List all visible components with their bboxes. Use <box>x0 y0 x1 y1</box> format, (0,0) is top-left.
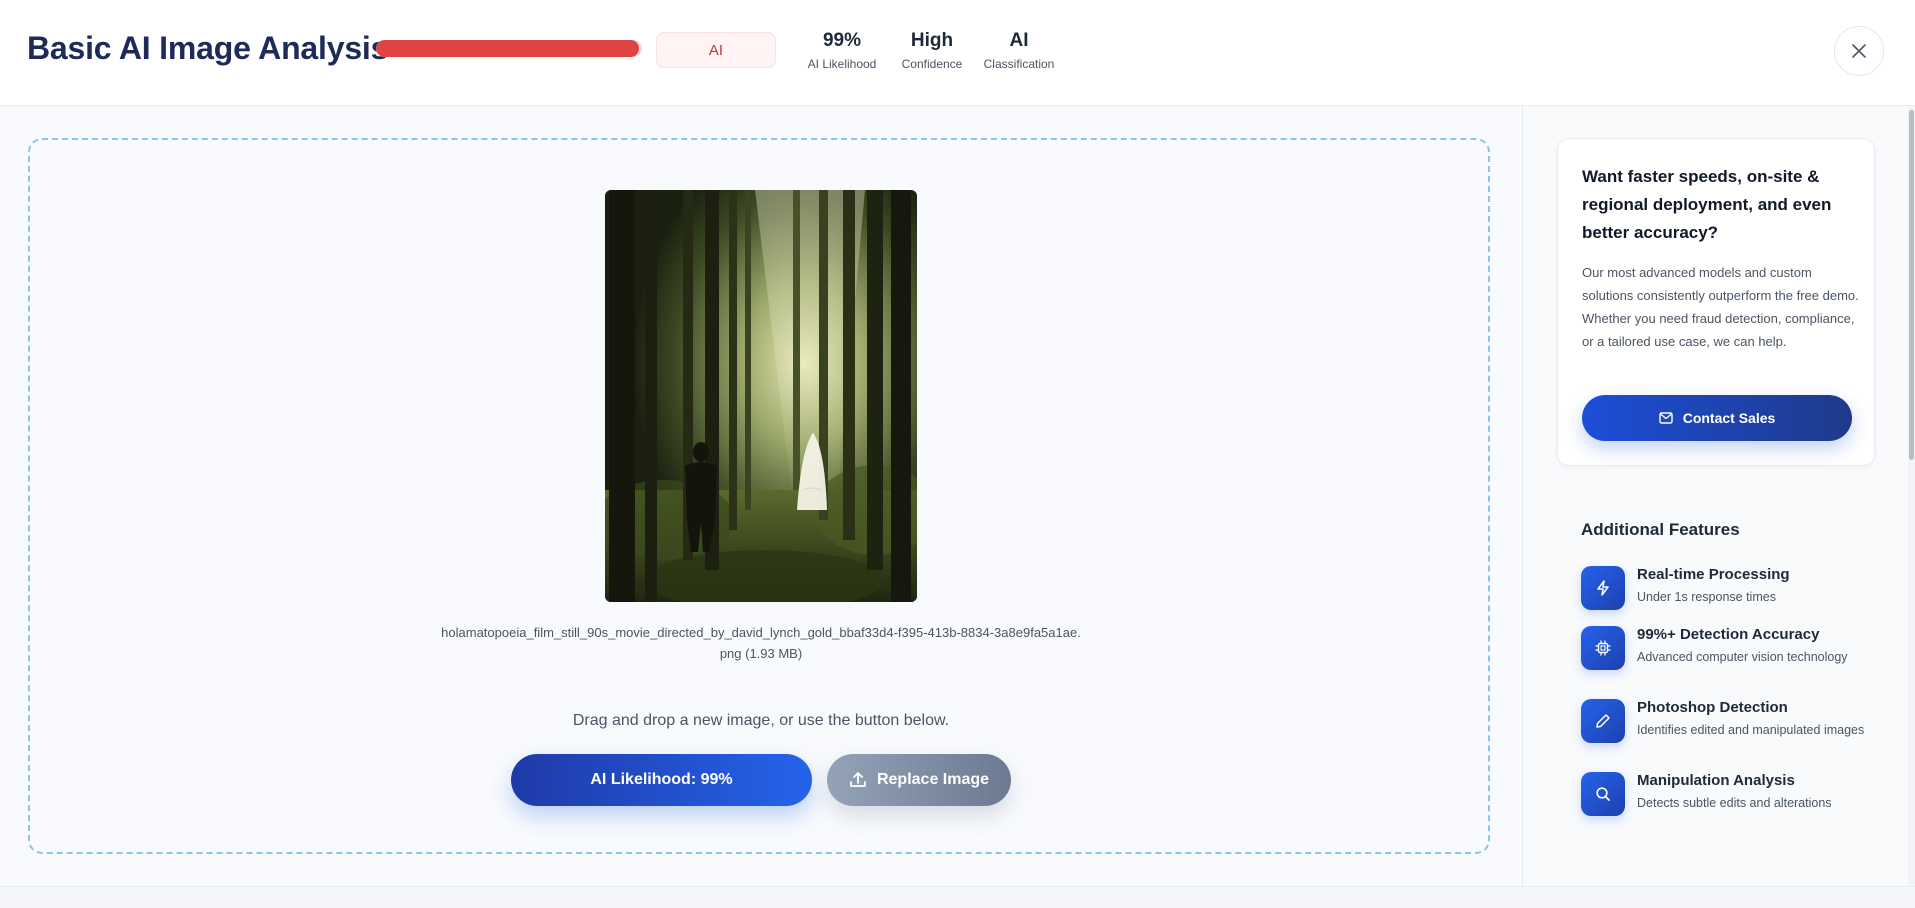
ai-likelihood-button[interactable]: AI Likelihood: 99% <box>511 754 812 806</box>
ai-likelihood-bar <box>376 40 642 57</box>
stat-classification: AI Classification <box>982 30 1056 71</box>
page-title: Basic AI Image Analysis <box>27 30 389 66</box>
main-content: holamatopoeia_film_still_90s_movie_direc… <box>0 106 1522 886</box>
file-name: holamatopoeia_film_still_90s_movie_direc… <box>410 622 1112 664</box>
upload-icon <box>850 772 866 787</box>
classification-badge: AI <box>656 32 776 68</box>
feature-name: 99%+ Detection Accuracy <box>1637 626 1820 643</box>
feature-name: Photoshop Detection <box>1637 699 1788 716</box>
feature-name: Manipulation Analysis <box>1637 772 1795 789</box>
chip-icon <box>1581 626 1625 670</box>
search-icon <box>1581 772 1625 816</box>
promo-card: Want faster speeds, on-site & regional d… <box>1557 138 1875 466</box>
stat-label: Classification <box>983 57 1055 71</box>
contact-sales-button[interactable]: Contact Sales <box>1582 395 1852 441</box>
features-title: Additional Features <box>1581 520 1740 539</box>
close-icon <box>1852 44 1866 58</box>
replace-image-button[interactable]: Replace Image <box>827 754 1011 806</box>
ai-likelihood-bar-fill <box>376 40 640 57</box>
stat-label: Confidence <box>901 57 963 71</box>
promo-title: Want faster speeds, on-site & regional d… <box>1582 167 1832 242</box>
sidebar: Want faster speeds, on-site & regional d… <box>1522 106 1915 886</box>
close-button[interactable] <box>1834 26 1884 76</box>
feature-desc: Advanced computer vision technology <box>1637 650 1848 664</box>
lightning-icon <box>1581 566 1625 610</box>
stat-value: AI <box>1009 30 1029 51</box>
bottom-strip <box>0 886 1915 908</box>
promo-body: Our most advanced models and custom solu… <box>1582 265 1859 349</box>
feature-desc: Detects subtle edits and alterations <box>1637 796 1832 810</box>
scrollbar-thumb[interactable] <box>1909 110 1914 460</box>
feature-desc: Identifies edited and manipulated images <box>1637 723 1865 737</box>
pencil-icon <box>1581 699 1625 743</box>
stat-value: High <box>910 30 954 51</box>
feature-name: Real-time Processing <box>1637 566 1790 583</box>
stat-label: AI Likelihood <box>807 57 877 71</box>
drag-drop-hint: Drag and drop a new image, or use the bu… <box>572 712 950 729</box>
replace-image-button-label: Replace Image <box>876 771 990 788</box>
stat-ai-likelihood: 99% AI Likelihood <box>807 30 877 71</box>
file-size: png (1.93 MB) <box>719 646 803 661</box>
stat-value: 99% <box>822 30 862 51</box>
image-dropzone[interactable]: holamatopoeia_film_still_90s_movie_direc… <box>28 138 1490 854</box>
mail-icon <box>1659 412 1673 424</box>
feature-desc: Under 1s response times <box>1637 590 1776 604</box>
file-name-text: holamatopoeia_film_still_90s_movie_direc… <box>441 625 1081 640</box>
stat-confidence: High Confidence <box>899 30 965 71</box>
header: Basic AI Image Analysis AI 99% AI Likeli… <box>0 0 1915 106</box>
uploaded-image-preview <box>605 190 917 602</box>
contact-sales-label: Contact Sales <box>1682 410 1776 426</box>
sidebar-scrollbar[interactable] <box>1908 106 1915 886</box>
ai-likelihood-button-label: AI Likelihood: 99% <box>590 771 733 788</box>
